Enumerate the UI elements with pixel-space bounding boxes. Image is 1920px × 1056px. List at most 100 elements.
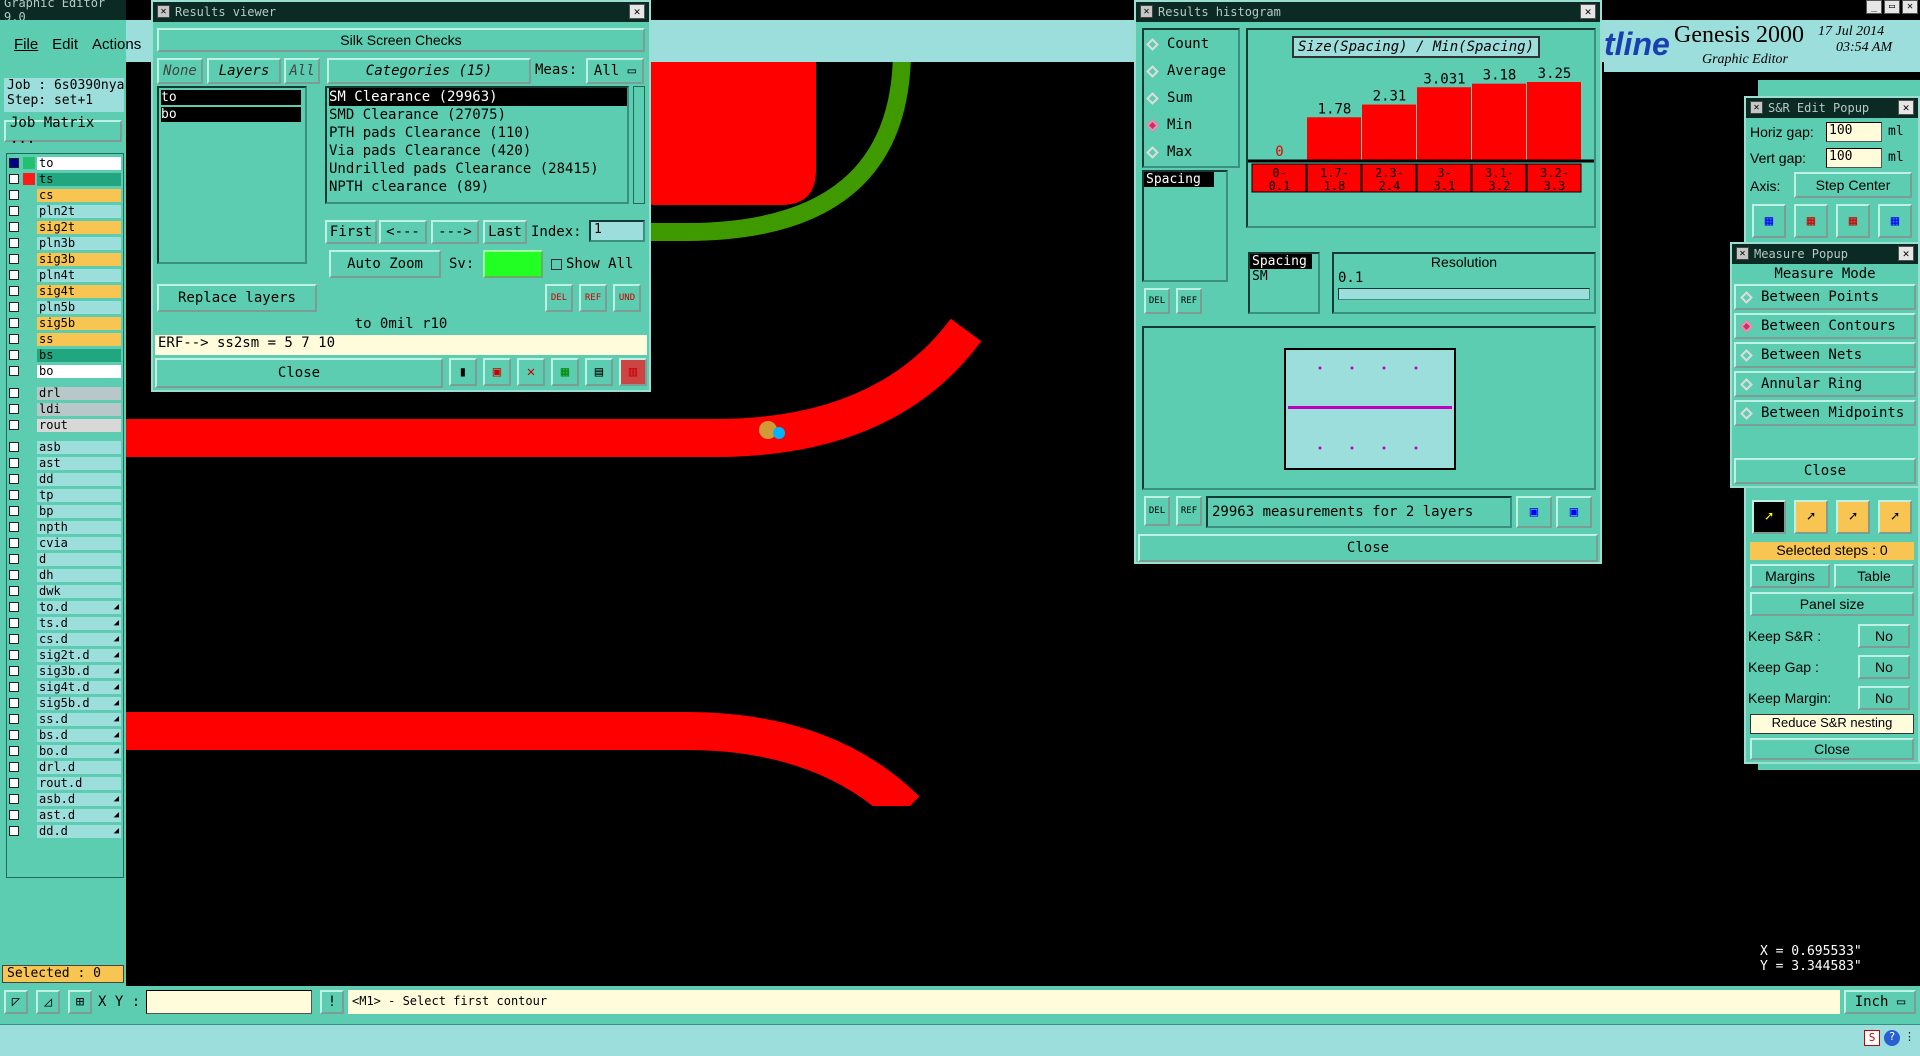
layer-checkbox[interactable] [9,286,19,296]
layer-row[interactable]: ast [9,456,121,470]
measure-between-midpoints[interactable]: Between Midpoints [1734,400,1916,426]
layer-checkbox[interactable] [9,174,19,184]
layer-checkbox[interactable] [9,474,19,484]
layer-name[interactable]: ss [37,332,121,346]
layer-row[interactable]: bs [9,348,121,362]
layer-checkbox[interactable] [9,522,19,532]
layer-row[interactable]: sig3b.d ◢ [9,664,121,678]
keep-gap-select[interactable]: No [1858,655,1910,679]
job-matrix-button[interactable]: Job Matrix ... [4,115,122,147]
layer-row[interactable]: cs [9,188,121,202]
next-button[interactable]: ---> [431,220,479,244]
replace-layers-select[interactable]: Replace layers [157,284,317,312]
histogram-bar[interactable] [1527,82,1581,160]
category-list[interactable]: SM Clearance (29963) SMD Clearance (2707… [325,86,629,204]
layer-row[interactable]: sig2t.d ◢ [9,648,121,662]
layer-row[interactable]: sig4t.d ◢ [9,680,121,694]
panel-size-button[interactable]: Panel size [1750,592,1914,616]
sr-grid-icon-2[interactable]: ▦ [1794,204,1828,238]
category-item[interactable]: SM Clearance (29963) [329,88,627,106]
layer-row[interactable]: drl.d [9,760,121,774]
layer-checkbox[interactable] [9,826,19,836]
layer-checkbox[interactable] [9,506,19,516]
layer-checkbox[interactable] [9,634,19,644]
layer-row[interactable]: ts [9,172,121,186]
show-all-checkbox[interactable]: Show All [551,256,633,272]
results-close-button[interactable]: Close [155,358,443,388]
help-icon[interactable]: ? [1884,1030,1900,1046]
close-icon[interactable]: ✕ [1898,246,1914,261]
layer-row[interactable]: drl [9,386,121,400]
category-item[interactable]: Undrilled pads Clearance (28415) [329,160,627,178]
layer-checkbox[interactable] [9,190,19,200]
layer-row[interactable]: dd [9,472,121,486]
layer-checkbox[interactable] [9,318,19,328]
layer-row[interactable]: pln2t [9,204,121,218]
hist-ref2-button[interactable]: REF [1176,496,1202,526]
layer-row[interactable]: asb.d ◢ [9,792,121,806]
layer-row[interactable]: dd.d ◢ [9,824,121,838]
layer-name[interactable]: drl.d [37,760,121,774]
layer-name[interactable]: d [37,552,121,566]
layer-checkbox[interactable] [9,666,19,676]
layer-checkbox[interactable] [9,746,19,756]
layer-checkbox[interactable] [9,682,19,692]
restore-icon[interactable]: ▭ [1884,0,1900,14]
layer-row[interactable]: sig5b.d ◢ [9,696,121,710]
layer-checkbox[interactable] [9,778,19,788]
layer-row[interactable]: bo.d ◢ [9,744,121,758]
layer-name[interactable]: ss.d ◢ [37,712,121,726]
layer-results-list[interactable]: to bo [157,86,307,264]
spacing-item[interactable]: Spacing [1144,172,1214,187]
layer-checkbox[interactable] [9,458,19,468]
layer-name[interactable]: dd [37,472,121,486]
layer-name[interactable]: rout [37,418,121,432]
measure-annular-ring[interactable]: Annular Ring [1734,371,1916,397]
radio-sum[interactable]: Sum [1146,90,1192,106]
menu-edit[interactable]: Edit [52,36,78,53]
layer-checkbox[interactable] [9,490,19,500]
layer-name[interactable]: pln2t [37,204,121,218]
layer-checkbox[interactable] [9,222,19,232]
layer-name[interactable]: to [37,156,121,170]
first-button[interactable]: First [325,220,377,244]
layers-all-button[interactable]: All [284,58,320,84]
vgap-input[interactable]: 100 [1826,148,1882,168]
layer-checkbox[interactable] [9,650,19,660]
reduce-nesting-button[interactable]: Reduce S&R nesting [1750,714,1914,734]
category-item[interactable]: SMD Clearance (27075) [329,106,627,124]
hist-tool-icon-2[interactable]: ▣ [1556,496,1592,528]
layer-name[interactable]: pln5b [37,300,121,314]
radio-count[interactable]: Count [1146,36,1209,52]
zoom-tool-icon-2[interactable]: ◿ [36,990,60,1014]
histogram-bar[interactable] [1362,104,1416,160]
layer-row[interactable]: ss [9,332,121,346]
layer-name[interactable]: sig4t.d ◢ [37,680,121,694]
pointer-icon[interactable]: ➚ [1752,500,1786,534]
close-icon[interactable]: ✕ [1898,100,1914,115]
layer-row[interactable]: to [9,156,121,170]
alert-icon[interactable]: ! [320,990,344,1014]
layer-checkbox[interactable] [9,618,19,628]
layer-row[interactable]: sig4t [9,284,121,298]
layer-name[interactable]: pln3b [37,236,121,250]
layer-row[interactable]: asb [9,440,121,454]
close-icon[interactable]: ✕ [629,4,645,19]
sv-color-select[interactable] [483,250,543,278]
measure-close-button[interactable]: Close [1734,458,1916,484]
layer-checkbox[interactable] [9,442,19,452]
tool-icon-1[interactable]: ▮ [449,358,477,386]
layer-name[interactable]: cvia [37,536,121,550]
last-button[interactable]: Last [483,220,527,244]
table-button[interactable]: Table [1834,564,1914,588]
radio-max[interactable]: Max [1146,144,1192,160]
meas-select[interactable]: All ▭ [586,58,644,84]
layer-name[interactable]: dh [37,568,121,582]
measure-between-points[interactable]: Between Points [1734,284,1916,310]
index-input[interactable]: 1 [589,220,645,242]
layer-checkbox[interactable] [9,366,19,376]
layer-result-item[interactable]: to [161,90,301,105]
layer-name[interactable]: sig2t.d ◢ [37,648,121,662]
layer-name[interactable]: sig2t [37,220,121,234]
tool-icon-5[interactable]: ▤ [585,358,613,386]
